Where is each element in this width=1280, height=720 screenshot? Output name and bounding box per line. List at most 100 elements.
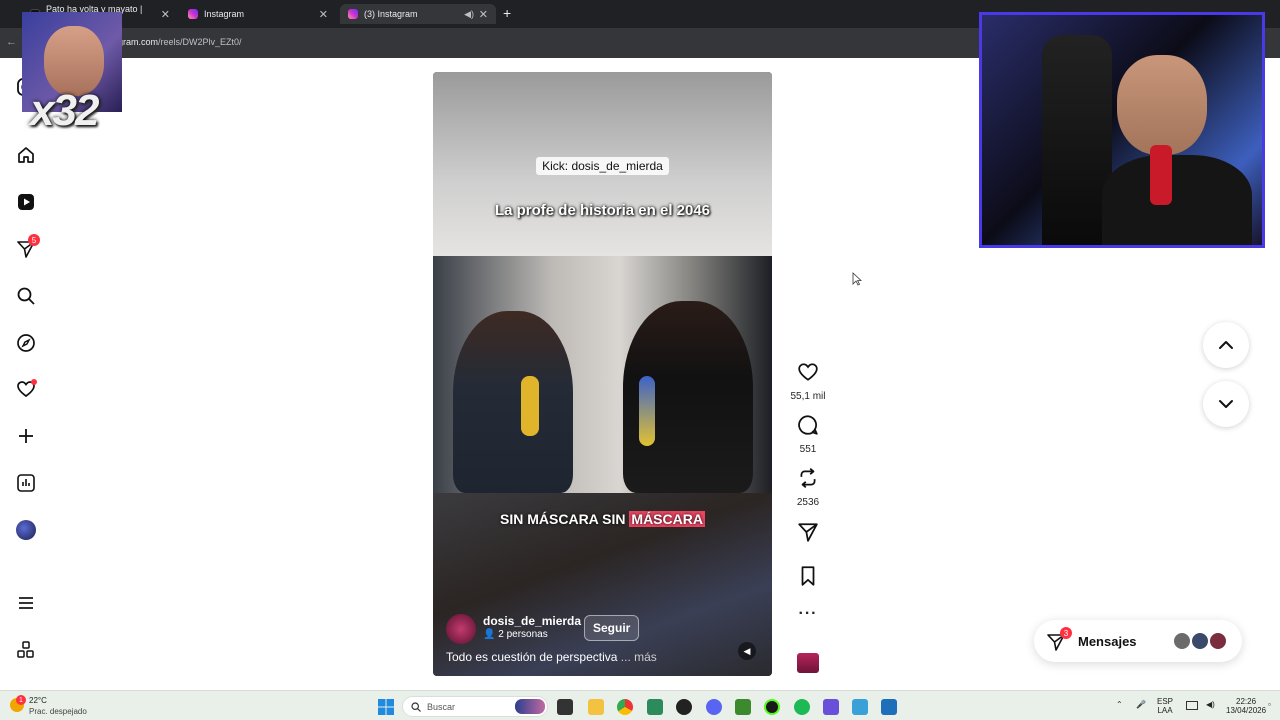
close-icon[interactable]: ✕ <box>319 8 328 21</box>
minecraft-icon[interactable] <box>735 699 751 715</box>
chevron-up-icon[interactable]: ⌃ <box>1116 700 1123 709</box>
collab-people[interactable]: 👤 2 personas <box>483 629 548 640</box>
share-icon <box>798 523 818 542</box>
person-icon: 👤 <box>483 629 499 640</box>
more-link[interactable]: ... más <box>621 650 657 664</box>
app-icon[interactable] <box>676 699 692 715</box>
microphone-icon[interactable]: 🎤 <box>1136 700 1146 709</box>
save-button[interactable] <box>790 565 826 592</box>
mouse-cursor-icon <box>852 272 862 286</box>
windows-start-icon[interactable] <box>378 699 394 715</box>
notifications-icon[interactable]: ▫ <box>1268 700 1271 709</box>
profile-avatar[interactable] <box>14 518 38 542</box>
home-icon[interactable] <box>14 143 38 167</box>
tab-instagram-active[interactable]: (3) Instagram ◀) ✕ <box>340 4 496 24</box>
reels-icon[interactable] <box>14 190 38 214</box>
notepad-icon[interactable] <box>852 699 868 715</box>
tab-instagram[interactable]: Instagram ✕ <box>180 4 336 24</box>
notification-badge: 5 <box>28 234 40 246</box>
spotify-icon[interactable] <box>794 699 810 715</box>
avatar <box>1172 631 1192 651</box>
chrome-icon[interactable] <box>617 699 633 715</box>
microphone-shape <box>1150 145 1172 205</box>
url-path: /reels/DW2Plv_EZt0/ <box>158 37 242 47</box>
comment-icon <box>798 415 818 435</box>
bookmark-icon <box>801 566 815 586</box>
more-apps-icon[interactable] <box>14 638 38 662</box>
heart-icon[interactable] <box>14 377 38 401</box>
caption-top: La profe de historia en el 2046 <box>494 202 711 219</box>
app-icon[interactable] <box>823 699 839 715</box>
more-options-icon[interactable]: ··· <box>790 605 826 623</box>
kick-label: Kick: dosis_de_mierda <box>433 157 772 175</box>
repost-icon <box>800 467 816 489</box>
avatar <box>1190 631 1210 651</box>
reel-description[interactable]: Todo es cuestión de perspectiva ... más <box>446 650 657 664</box>
comment-button[interactable]: 551 <box>790 414 826 455</box>
messages-label: Mensajes <box>1078 634 1137 649</box>
caption-bottom: SIN MÁSCARA SIN MÁSCARA <box>500 511 705 527</box>
instagram-icon <box>348 9 358 19</box>
search-icon[interactable] <box>14 284 38 308</box>
taskbar-search[interactable]: Buscar <box>402 696 548 717</box>
volume-icon[interactable]: ◀ <box>738 642 756 660</box>
search-highlight-image <box>515 699 545 714</box>
clock[interactable]: 22:26 13/04/2026 <box>1226 697 1266 715</box>
next-reel-button[interactable] <box>1203 381 1249 427</box>
close-icon[interactable]: ✕ <box>161 8 170 21</box>
chevron-up-icon <box>1219 341 1233 349</box>
author-username[interactable]: dosis_de_mierda <box>483 614 581 628</box>
network-icon[interactable] <box>1186 701 1198 710</box>
weather-temp[interactable]: 22°C <box>29 696 47 705</box>
follow-button[interactable]: Seguir <box>584 615 640 641</box>
tab-title: (3) Instagram <box>364 9 418 19</box>
search-placeholder: Buscar <box>427 702 456 712</box>
activity-dot <box>31 379 37 385</box>
audio-thumbnail[interactable] <box>797 653 819 673</box>
volume-icon[interactable]: ◀) <box>1206 700 1215 709</box>
object-blue <box>639 376 655 446</box>
url-field[interactable]: gram.com/reels/DW2Plv_EZt0/ <box>118 37 242 47</box>
app-icon[interactable] <box>764 699 780 715</box>
app-icon[interactable] <box>647 699 663 715</box>
multiplier-label: x32 <box>30 86 99 135</box>
like-button[interactable]: 55,1 mil <box>790 361 826 402</box>
explore-icon[interactable] <box>14 331 38 355</box>
speaker-icon[interactable]: ◀) <box>464 9 474 20</box>
weather-desc[interactable]: Prac. despejado <box>29 707 87 716</box>
search-icon <box>411 702 421 712</box>
like-count: 55,1 mil <box>790 391 826 402</box>
dashboard-icon[interactable] <box>14 471 38 495</box>
app-icon[interactable] <box>881 699 897 715</box>
tab-title: Instagram <box>204 9 245 19</box>
avatar <box>1208 631 1228 651</box>
back-arrow-icon[interactable]: ← <box>6 36 17 48</box>
weather-badge: 1 <box>16 695 26 705</box>
reel-video[interactable]: Kick: dosis_de_mierda La profe de histor… <box>433 72 772 676</box>
language-indicator[interactable]: ESP LAA <box>1157 697 1173 715</box>
new-tab-button[interactable]: + <box>503 5 511 21</box>
windows-taskbar: 1 22°C Prac. despejado Buscar ⌃ 🎤 ESP LAA… <box>0 690 1280 720</box>
person-left <box>453 311 573 493</box>
streamer-face <box>1117 55 1207 155</box>
share-button[interactable] <box>790 521 826 548</box>
discord-icon[interactable] <box>706 699 722 715</box>
close-icon[interactable]: ✕ <box>479 8 488 21</box>
messages-button[interactable]: 3 Mensajes <box>1034 620 1242 662</box>
url-domain: gram.com <box>118 37 159 47</box>
webcam-overlay <box>979 12 1265 248</box>
chevron-down-icon <box>1219 400 1233 408</box>
task-view-icon[interactable] <box>557 699 573 715</box>
create-plus-icon[interactable] <box>14 424 38 448</box>
streamer-body <box>1102 155 1252 245</box>
repost-button[interactable]: 2536 <box>790 467 826 508</box>
direct-messages-icon[interactable]: 5 <box>14 234 40 261</box>
author-avatar[interactable] <box>446 614 476 644</box>
messages-badge: 3 <box>1060 627 1072 639</box>
instagram-icon <box>188 9 198 19</box>
file-explorer-icon[interactable] <box>588 699 604 715</box>
menu-icon[interactable] <box>14 591 38 615</box>
repost-count: 2536 <box>796 497 820 508</box>
reel-scene <box>433 256 772 493</box>
previous-reel-button[interactable] <box>1203 322 1249 368</box>
